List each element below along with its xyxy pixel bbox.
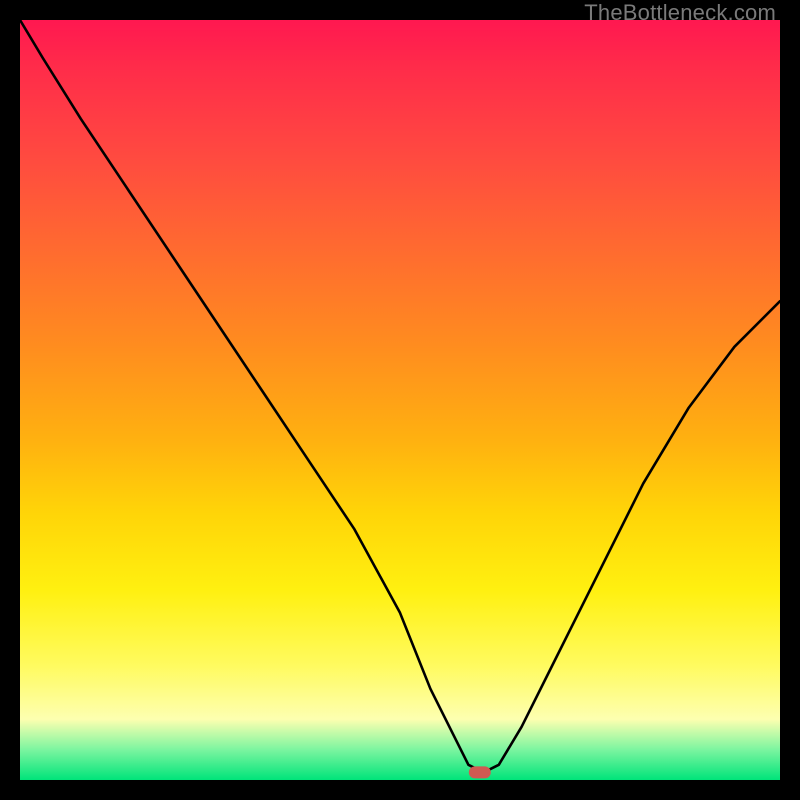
min-marker <box>469 766 491 778</box>
chart-frame: TheBottleneck.com <box>0 0 800 800</box>
plot-area <box>20 20 780 780</box>
chart-svg <box>20 20 780 780</box>
curve-path <box>20 20 780 772</box>
